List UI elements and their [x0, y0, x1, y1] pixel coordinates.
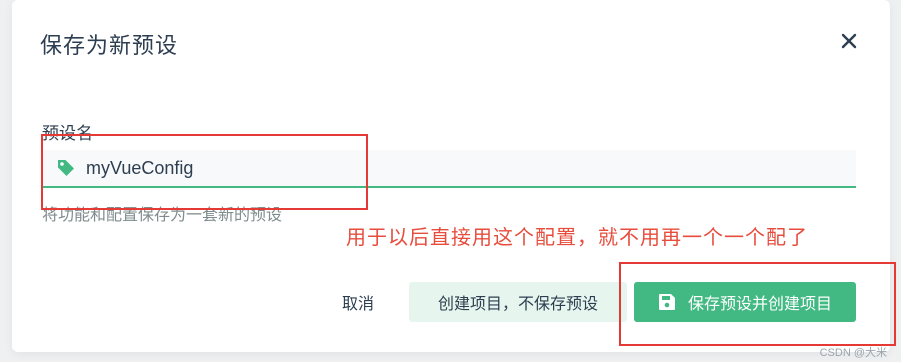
red-annotation-text: 用于以后直接用这个配置，就不用再一个一个配了	[346, 225, 808, 249]
save-preset-and-create-label: 保存预设并创建项目	[687, 294, 832, 313]
preset-name-input[interactable]	[86, 157, 786, 179]
page: 保存为新预设 预设名 将功能和配置保存为一套新的预设 用于以后直接用这个配置，就…	[0, 0, 901, 362]
save-preset-and-create-button[interactable]: 保存预设并创建项目	[634, 282, 856, 322]
preset-name-field[interactable]	[42, 150, 856, 188]
save-preset-dialog: 保存为新预设 预设名 将功能和配置保存为一套新的预设 用于以后直接用这个配置，就…	[12, 0, 896, 352]
preset-name-hint: 将功能和配置保存为一套新的预设	[42, 205, 283, 224]
cancel-button[interactable]: 取消	[328, 282, 388, 322]
watermark: CSDN @大米	[819, 347, 887, 359]
save-icon	[658, 293, 676, 311]
preset-name-label: 预设名	[42, 124, 93, 144]
tag-icon	[56, 158, 76, 178]
dialog-title: 保存为新预设	[40, 34, 179, 59]
create-without-saving-button[interactable]: 创建项目，不保存预设	[409, 282, 627, 322]
cancel-button-label: 取消	[341, 294, 374, 313]
create-without-saving-label: 创建项目，不保存预设	[437, 294, 598, 313]
close-icon[interactable]	[838, 30, 860, 52]
